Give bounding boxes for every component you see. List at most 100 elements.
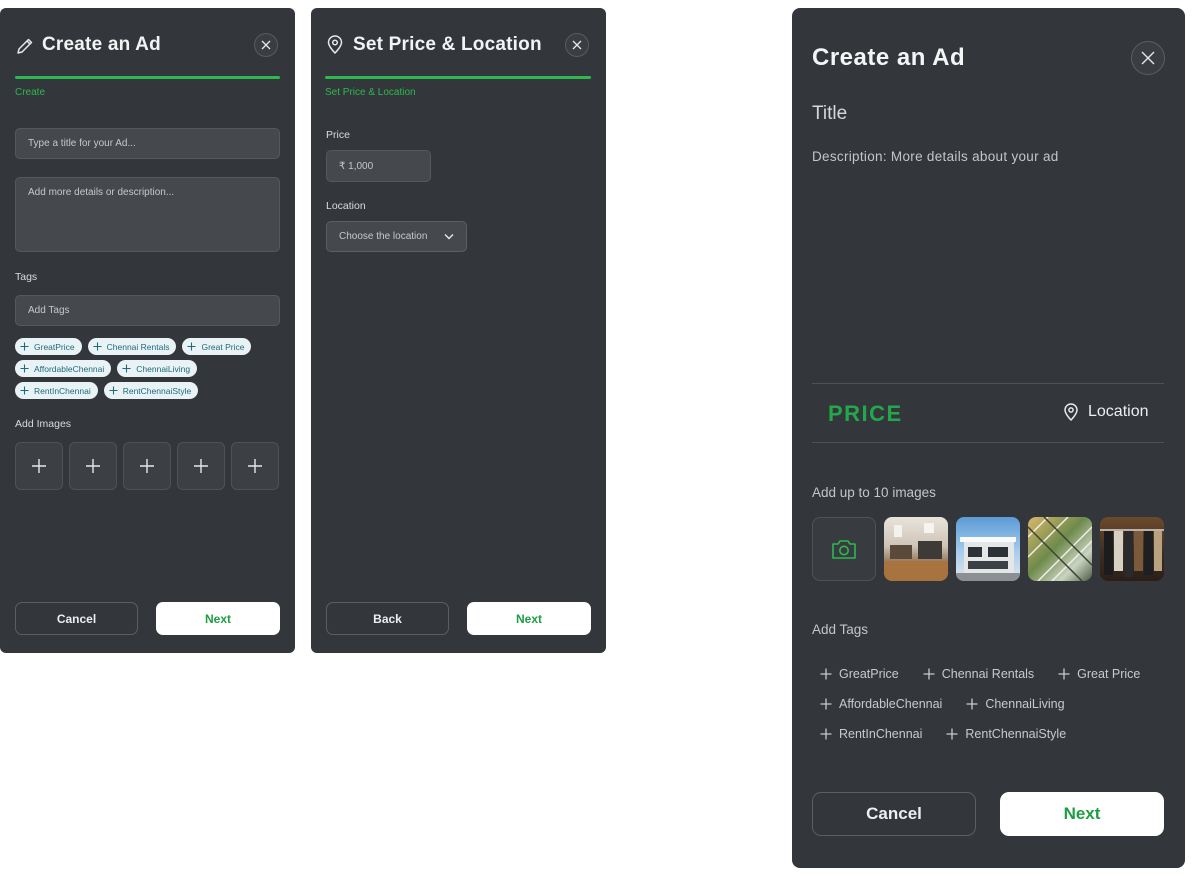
tag-chip[interactable]: RentChennaiStyle [103, 382, 199, 399]
tag-chip[interactable]: Great Price [182, 338, 252, 355]
glass-photo [1028, 517, 1092, 581]
plus-icon [86, 459, 100, 473]
image-thumbnail-clothes[interactable] [1100, 517, 1164, 581]
building-photo [956, 537, 1020, 581]
tag-chip-label: GreatPrice [34, 341, 75, 352]
set-price-location-panel: Set Price & Location Set Price & Locatio… [311, 8, 606, 653]
progress-bar [325, 76, 591, 79]
tag-chip[interactable]: RentInChennai [15, 382, 98, 399]
plus-icon [93, 342, 102, 351]
image-thumbnail-kitchen[interactable] [884, 517, 948, 581]
page-title: Create an Ad [812, 44, 966, 71]
add-image-slot[interactable] [231, 442, 279, 490]
next-button[interactable]: Next [1000, 792, 1164, 836]
add-image-slot[interactable] [69, 442, 117, 490]
image-thumbnail-glass[interactable] [1028, 517, 1092, 581]
plus-icon [187, 342, 197, 351]
next-button[interactable]: Next [156, 602, 280, 635]
camera-upload-button[interactable] [812, 517, 876, 581]
close-button[interactable] [1131, 41, 1165, 75]
next-button[interactable]: Next [467, 602, 591, 635]
plus-icon [820, 728, 832, 740]
tag-item[interactable]: Great Price [1050, 665, 1148, 683]
create-ad-summary-panel: Create an Ad Title Description: More det… [792, 8, 1185, 868]
tag-list: GreatPrice Chennai Rentals Great Price A… [812, 665, 1152, 743]
tag-item[interactable]: ChennaiLiving [958, 695, 1072, 713]
back-button[interactable]: Back [326, 602, 449, 635]
tag-label: Chennai Rentals [941, 667, 1035, 681]
description-field[interactable]: Description: More details about your ad [812, 149, 1059, 164]
title-field[interactable]: Title [812, 103, 847, 125]
tag-chip-list: GreatPrice Chennai Rentals Great Price A… [15, 338, 285, 399]
add-images-label: Add up to 10 images [812, 485, 936, 500]
price-label: Price [326, 129, 350, 141]
tag-chip-label: Chennai Rentals [106, 341, 170, 352]
create-ad-panel: Create an Ad Create Type a title for you… [0, 8, 295, 653]
location-label: Location [326, 200, 366, 212]
tag-label: ChennaiLiving [985, 697, 1065, 711]
divider [812, 442, 1164, 443]
close-icon [1141, 51, 1155, 65]
plus-icon [122, 364, 131, 373]
plus-icon [140, 459, 154, 473]
add-images-label: Add Images [15, 418, 72, 430]
plus-icon [946, 728, 958, 740]
tag-item[interactable]: RentChennaiStyle [938, 725, 1074, 743]
tag-label: Great Price [1077, 667, 1141, 681]
divider [812, 383, 1164, 384]
tag-label: RentChennaiStyle [965, 727, 1067, 741]
close-icon [572, 40, 582, 50]
plus-icon [820, 668, 832, 680]
tag-chip[interactable]: GreatPrice [15, 338, 82, 355]
add-image-slot[interactable] [177, 442, 225, 490]
location-field[interactable]: Location [1063, 403, 1149, 421]
tag-item[interactable]: GreatPrice [812, 665, 907, 683]
tag-label: AffordableChennai [839, 697, 943, 711]
price-field[interactable]: PRICE [828, 401, 903, 427]
cancel-button[interactable]: Cancel [812, 792, 976, 836]
title-input[interactable]: Type a title for your Ad... [15, 128, 280, 159]
location-label: Location [1088, 403, 1149, 420]
plus-icon [20, 386, 29, 395]
description-textarea[interactable]: Add more details or description... [15, 177, 280, 252]
plus-icon [966, 698, 978, 710]
clothes-photo [1100, 529, 1164, 577]
progress-bar [15, 76, 280, 79]
plus-icon [20, 342, 29, 351]
page-title: Set Price & Location [353, 34, 542, 55]
plus-icon [32, 459, 46, 473]
price-input[interactable]: ₹ 1,000 [326, 150, 431, 182]
add-tags-label: Add Tags [812, 622, 869, 637]
tags-label: Tags [15, 271, 38, 283]
tag-item[interactable]: AffordableChennai [812, 695, 950, 713]
tag-chip[interactable]: ChennaiLiving [117, 360, 198, 377]
tag-chip-label: ChennaiLiving [136, 363, 191, 374]
tag-label: GreatPrice [839, 667, 899, 681]
kitchen-photo [884, 523, 948, 581]
cancel-button[interactable]: Cancel [15, 602, 138, 635]
tag-item[interactable]: Chennai Rentals [915, 665, 1042, 683]
chevron-down-icon [444, 234, 454, 240]
tag-chip[interactable]: AffordableChennai [15, 360, 112, 377]
tags-input[interactable]: Add Tags [15, 295, 280, 326]
tag-chip-label: AffordableChennai [34, 363, 105, 374]
location-select-value: Choose the location [339, 231, 428, 242]
plus-icon [820, 698, 832, 710]
step-label: Create [15, 87, 46, 98]
pencil-icon [17, 38, 33, 54]
add-image-slot[interactable] [15, 442, 63, 490]
tag-item[interactable]: RentInChennai [812, 725, 930, 743]
location-pin-icon [327, 35, 343, 55]
image-thumbnail-building[interactable] [956, 517, 1020, 581]
tag-chip-label: RentInChennai [34, 385, 91, 396]
tag-chip-label: RentChennaiStyle [122, 385, 192, 396]
plus-icon [194, 459, 208, 473]
close-button[interactable] [565, 33, 589, 57]
tag-chip[interactable]: Chennai Rentals [87, 338, 177, 355]
close-button[interactable] [254, 33, 278, 57]
location-select[interactable]: Choose the location [326, 221, 467, 252]
step-label: Set Price & Location [325, 87, 416, 98]
page-title: Create an Ad [42, 34, 161, 55]
tag-chip-label: Great Price [201, 341, 245, 352]
add-image-slot[interactable] [123, 442, 171, 490]
